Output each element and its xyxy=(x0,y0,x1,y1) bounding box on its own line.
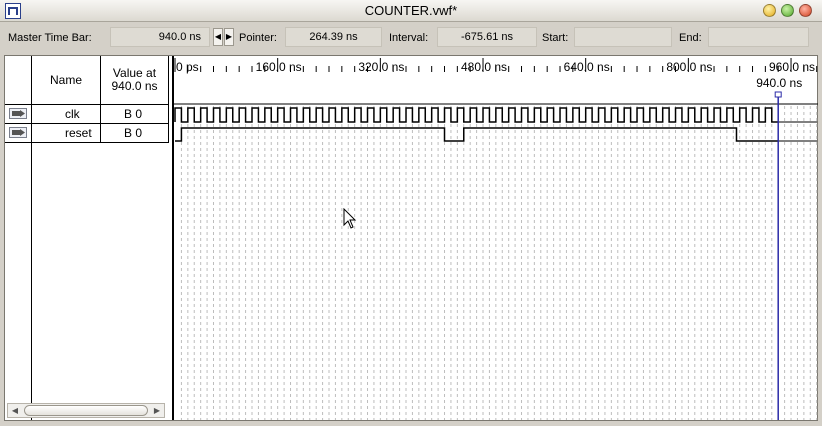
time-toolbar: Master Time Bar: 940.0 ns ◀ ▶ Pointer: 2… xyxy=(0,23,822,53)
start-label: Start: xyxy=(542,32,569,44)
reset-waveform xyxy=(175,127,817,142)
row-divider xyxy=(5,142,169,143)
signal-row-reset[interactable]: reset B 0 xyxy=(5,124,169,142)
signal-value: B 0 xyxy=(124,107,143,121)
minimize-button[interactable] xyxy=(763,4,776,17)
name-column-header[interactable]: Name xyxy=(32,56,100,104)
mouse-pointer-icon xyxy=(343,208,357,229)
signal-name: reset xyxy=(65,126,92,140)
marker-label: 940.0 ns xyxy=(756,76,802,90)
end-label: End: xyxy=(679,32,702,44)
master-time-marker[interactable]: 940.0 ns xyxy=(756,76,802,420)
master-time-bar-field[interactable]: 940.0 ns xyxy=(110,27,210,47)
value-column-header[interactable]: Value at 940.0 ns xyxy=(101,56,168,104)
clk-trace xyxy=(174,107,779,123)
horizontal-scrollbar[interactable]: ◀ ▶ xyxy=(7,403,165,418)
signal-name: clk xyxy=(65,107,80,121)
ruler-label: 0 ps xyxy=(176,60,199,74)
time-grid xyxy=(180,106,818,420)
marker-handle xyxy=(774,91,782,98)
signal-value: B 0 xyxy=(124,126,143,140)
ruler-label: 160.0 ns xyxy=(256,60,302,74)
pointer-label: Pointer: xyxy=(239,32,277,44)
maximize-button[interactable] xyxy=(781,4,794,17)
interval-label: Interval: xyxy=(389,32,429,44)
ruler-label: 960.0 ns xyxy=(769,60,815,74)
scroll-right-arrow-icon[interactable]: ▶ xyxy=(150,404,164,417)
title-bar: COUNTER.vwf* xyxy=(0,0,822,22)
scrollbar-thumb[interactable] xyxy=(24,405,148,416)
reset-trace xyxy=(175,127,779,142)
waveform-area[interactable]: 0 ps 160.0 ns 320.0 ns 480.0 ns 640.0 ns 800.… xyxy=(172,56,818,420)
signal-row-clk[interactable]: clk B 0 xyxy=(5,105,169,123)
master-time-bar-label: Master Time Bar: xyxy=(8,32,92,44)
close-button[interactable] xyxy=(799,4,812,17)
time-ruler: 0 ps 160.0 ns 320.0 ns 480.0 ns 640.0 ns 800.… xyxy=(174,58,818,74)
start-field[interactable] xyxy=(574,27,672,47)
name-header-label: Name xyxy=(49,72,82,87)
input-pin-icon xyxy=(9,108,27,119)
previous-transition-button[interactable]: ◀ xyxy=(213,28,223,46)
interval-field: -675.61 ns xyxy=(437,27,537,47)
ruler-label: 800.0 ns xyxy=(666,60,712,74)
ruler-label: 320.0 ns xyxy=(358,60,404,74)
signal-grid: Name Value at 940.0 ns clk B 0 reset B 0 xyxy=(5,56,169,420)
window-title: COUNTER.vwf* xyxy=(364,3,458,18)
input-pin-icon xyxy=(9,127,27,138)
ruler-label: 480.0 ns xyxy=(461,60,507,74)
scroll-left-arrow-icon[interactable]: ◀ xyxy=(8,404,22,417)
end-field[interactable] xyxy=(708,27,809,47)
clk-waveform xyxy=(174,107,817,123)
waveform-canvas[interactable]: 0 ps 160.0 ns 320.0 ns 480.0 ns 640.0 ns 800.… xyxy=(174,56,818,420)
pointer-field: 264.39 ns xyxy=(285,27,382,47)
next-transition-button[interactable]: ▶ xyxy=(224,28,234,46)
value-header-line2: 940.0 ns xyxy=(111,79,158,93)
waveform-panel: Name Value at 940.0 ns clk B 0 reset B 0 xyxy=(4,55,818,421)
ruler-label: 640.0 ns xyxy=(564,60,610,74)
